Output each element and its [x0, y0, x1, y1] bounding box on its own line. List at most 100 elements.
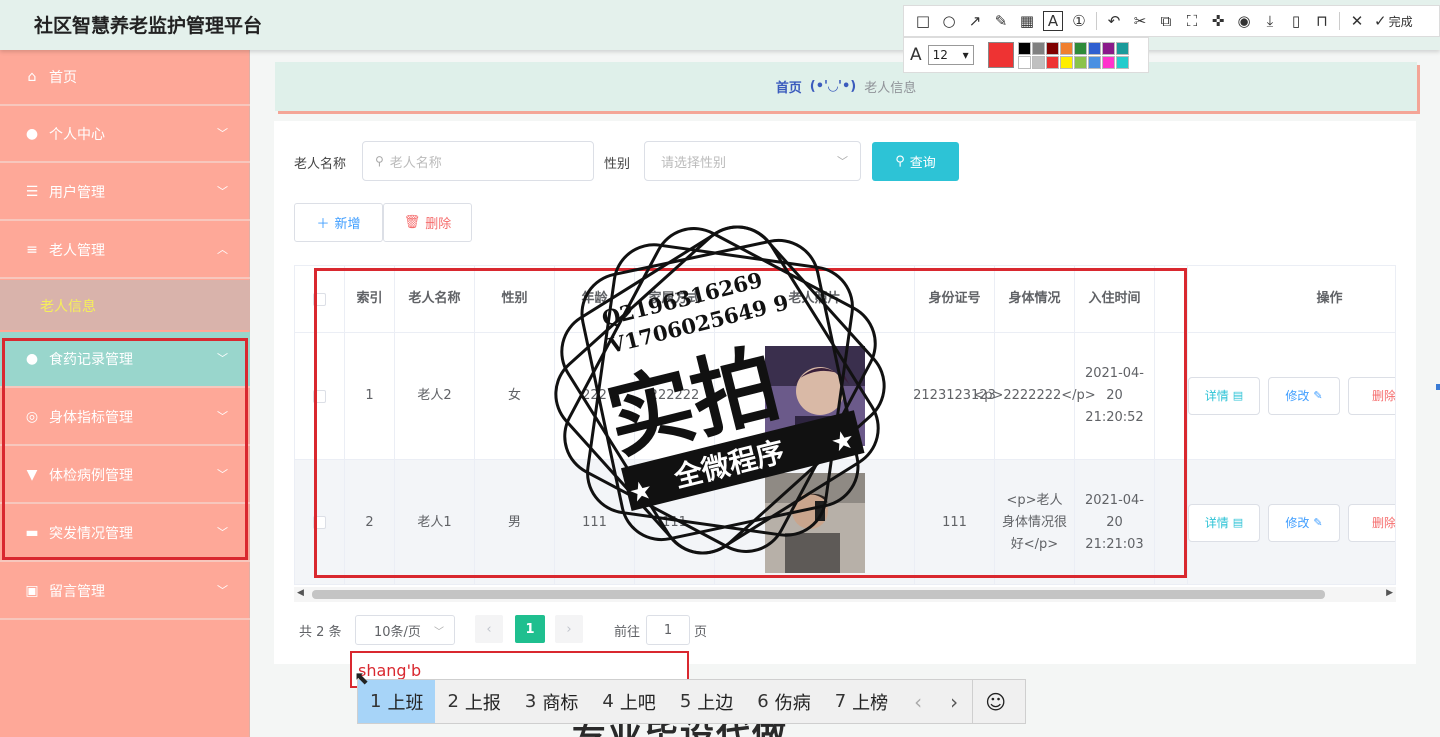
- phone-icon[interactable]: ▯: [1283, 8, 1309, 34]
- user-icon: ●: [25, 126, 39, 142]
- candidate-text: 上吧: [619, 692, 656, 714]
- color-swatch[interactable]: [1073, 55, 1087, 69]
- color-swatch[interactable]: [1017, 55, 1031, 69]
- candidate-text: 商标: [542, 692, 579, 714]
- sidebar-item-3[interactable]: ☰ 用户管理 ﹀: [0, 165, 250, 221]
- sidebar-item-2[interactable]: ● 个人中心 ﹀: [0, 107, 250, 163]
- done-label: 完成: [1388, 14, 1413, 29]
- arrow-icon[interactable]: ↗: [962, 8, 988, 34]
- ime-next-icon[interactable]: ›: [936, 680, 972, 723]
- color-swatch[interactable]: [1101, 41, 1115, 55]
- delete-button[interactable]: 删除: [1348, 503, 1395, 542]
- search-icon: ⚲: [375, 154, 384, 168]
- candidate-number: 1: [370, 691, 382, 712]
- scissors-icon[interactable]: ✂: [1127, 8, 1153, 34]
- delete-button[interactable]: 删除: [1348, 377, 1395, 415]
- record-icon[interactable]: ◉: [1231, 8, 1257, 34]
- detail-button[interactable]: 详情 ▤: [1188, 503, 1260, 542]
- candidate-number: 5: [679, 691, 692, 712]
- current-page-button[interactable]: 1: [515, 615, 545, 643]
- ime-candidate[interactable]: 5 上边: [668, 680, 745, 723]
- scroll-right-icon[interactable]: ▶: [1386, 588, 1393, 598]
- name-search-input[interactable]: ⚲ 老人名称: [362, 141, 594, 181]
- candidate-number: 4: [602, 691, 614, 712]
- chevron-down-icon: ﹀: [837, 155, 848, 168]
- rectangle-icon[interactable]: □: [910, 8, 936, 34]
- toolbar-separator: [1096, 12, 1097, 30]
- text-icon[interactable]: A: [1043, 11, 1063, 31]
- sidebar-item-4[interactable]: ≡ 老人管理 ︿: [0, 223, 250, 279]
- query-button[interactable]: ⚲ 查询: [872, 142, 959, 181]
- color-swatch[interactable]: [1017, 41, 1031, 55]
- sidebar-item-1[interactable]: ⌂ 首页: [0, 50, 250, 106]
- pin-icon[interactable]: ✜: [1205, 8, 1231, 34]
- sidebar-item-label: 个人中心: [49, 127, 105, 143]
- chevron-down-icon: ﹀: [434, 627, 444, 638]
- ime-candidate[interactable]: 7 上榜: [823, 680, 900, 723]
- edit-button[interactable]: 修改 ✎: [1268, 503, 1340, 542]
- next-page-button[interactable]: ›: [555, 615, 583, 643]
- edge-indicator: [1436, 384, 1440, 390]
- page-size-select[interactable]: 10条/页 ﹀: [355, 615, 455, 645]
- sex-filter-label: 性别: [604, 157, 631, 172]
- ime-prev-icon[interactable]: ‹: [900, 680, 936, 723]
- color-swatch[interactable]: [1101, 55, 1115, 69]
- close-icon[interactable]: ✕: [1344, 8, 1370, 34]
- color-palette: [1017, 41, 1129, 69]
- color-swatch[interactable]: [1031, 41, 1045, 55]
- download-icon[interactable]: ⤓: [1257, 8, 1283, 34]
- detail-button[interactable]: 详情 ▤: [1188, 377, 1260, 415]
- color-swatch[interactable]: [1115, 55, 1129, 69]
- document-icon: ▤: [1232, 389, 1244, 402]
- color-swatch[interactable]: [1059, 41, 1073, 55]
- horizontal-scrollbar[interactable]: ◀ ▶: [294, 587, 1396, 602]
- color-swatch[interactable]: [1073, 41, 1087, 55]
- total-count: 共 2 条: [299, 624, 342, 640]
- scrollbar-thumb[interactable]: [312, 590, 1325, 599]
- chevron-up-icon: ︿: [217, 243, 228, 256]
- font-size-select[interactable]: 12 ▾: [927, 45, 974, 65]
- pen-icon[interactable]: ✎: [988, 8, 1014, 34]
- bookmark-icon[interactable]: ⊓: [1309, 8, 1335, 34]
- clipboard-icon: ▣: [25, 583, 39, 599]
- edit-button[interactable]: 修改 ✎: [1268, 377, 1340, 415]
- annotation-highlight-box: [314, 268, 1187, 578]
- color-swatch[interactable]: [1087, 55, 1101, 69]
- color-swatch[interactable]: [1087, 41, 1101, 55]
- color-swatch[interactable]: [1031, 55, 1045, 69]
- mosaic-icon[interactable]: ▦: [1014, 8, 1040, 34]
- number-icon[interactable]: ①: [1066, 8, 1092, 34]
- color-swatch[interactable]: [1115, 41, 1129, 55]
- ime-candidate[interactable]: 6 伤病: [745, 680, 822, 723]
- translate-icon[interactable]: ⧉: [1153, 8, 1179, 34]
- current-color-swatch[interactable]: [987, 42, 1014, 68]
- ime-candidate[interactable]: 3 商标: [513, 680, 590, 723]
- ocr-icon[interactable]: ⛶: [1179, 8, 1205, 34]
- emoji-icon[interactable]: ☺: [972, 680, 1018, 723]
- app-title: 社区智慧养老监护管理平台: [34, 15, 263, 37]
- candidate-text: 上榜: [852, 692, 889, 714]
- ime-candidate[interactable]: 1 上班: [358, 680, 436, 723]
- color-swatch[interactable]: [1045, 41, 1059, 55]
- goto-page-input[interactable]: 1: [646, 615, 690, 645]
- sidebar-subitem-elder-info[interactable]: 老人信息: [0, 280, 250, 330]
- done-button[interactable]: ✓ 完成: [1374, 12, 1413, 30]
- breadcrumb-separator: (•'◡'•): [809, 79, 857, 94]
- breadcrumb-home[interactable]: 首页: [776, 77, 802, 96]
- prev-page-button[interactable]: ‹: [475, 615, 503, 643]
- candidate-text: 上报: [464, 692, 501, 714]
- scroll-left-icon[interactable]: ◀: [297, 588, 304, 598]
- sidebar-item-9[interactable]: ▣ 留言管理 ﹀: [0, 564, 250, 620]
- batch-delete-button[interactable]: 🗑 删除: [383, 203, 472, 242]
- candidate-number: 7: [834, 691, 847, 712]
- color-swatch[interactable]: [1059, 55, 1073, 69]
- add-button[interactable]: ＋ 新增: [294, 203, 383, 242]
- ime-candidate[interactable]: 4 上吧: [590, 680, 667, 723]
- ime-candidate[interactable]: 2 上报: [435, 680, 512, 723]
- sex-select[interactable]: 请选择性别 ﹀: [644, 141, 861, 181]
- sidebar-item-label: 首页: [49, 70, 77, 86]
- undo-icon[interactable]: ↶: [1101, 8, 1127, 34]
- color-swatch[interactable]: [1045, 55, 1059, 69]
- circle-icon[interactable]: ○: [936, 8, 962, 34]
- candidate-number: 6: [757, 691, 769, 712]
